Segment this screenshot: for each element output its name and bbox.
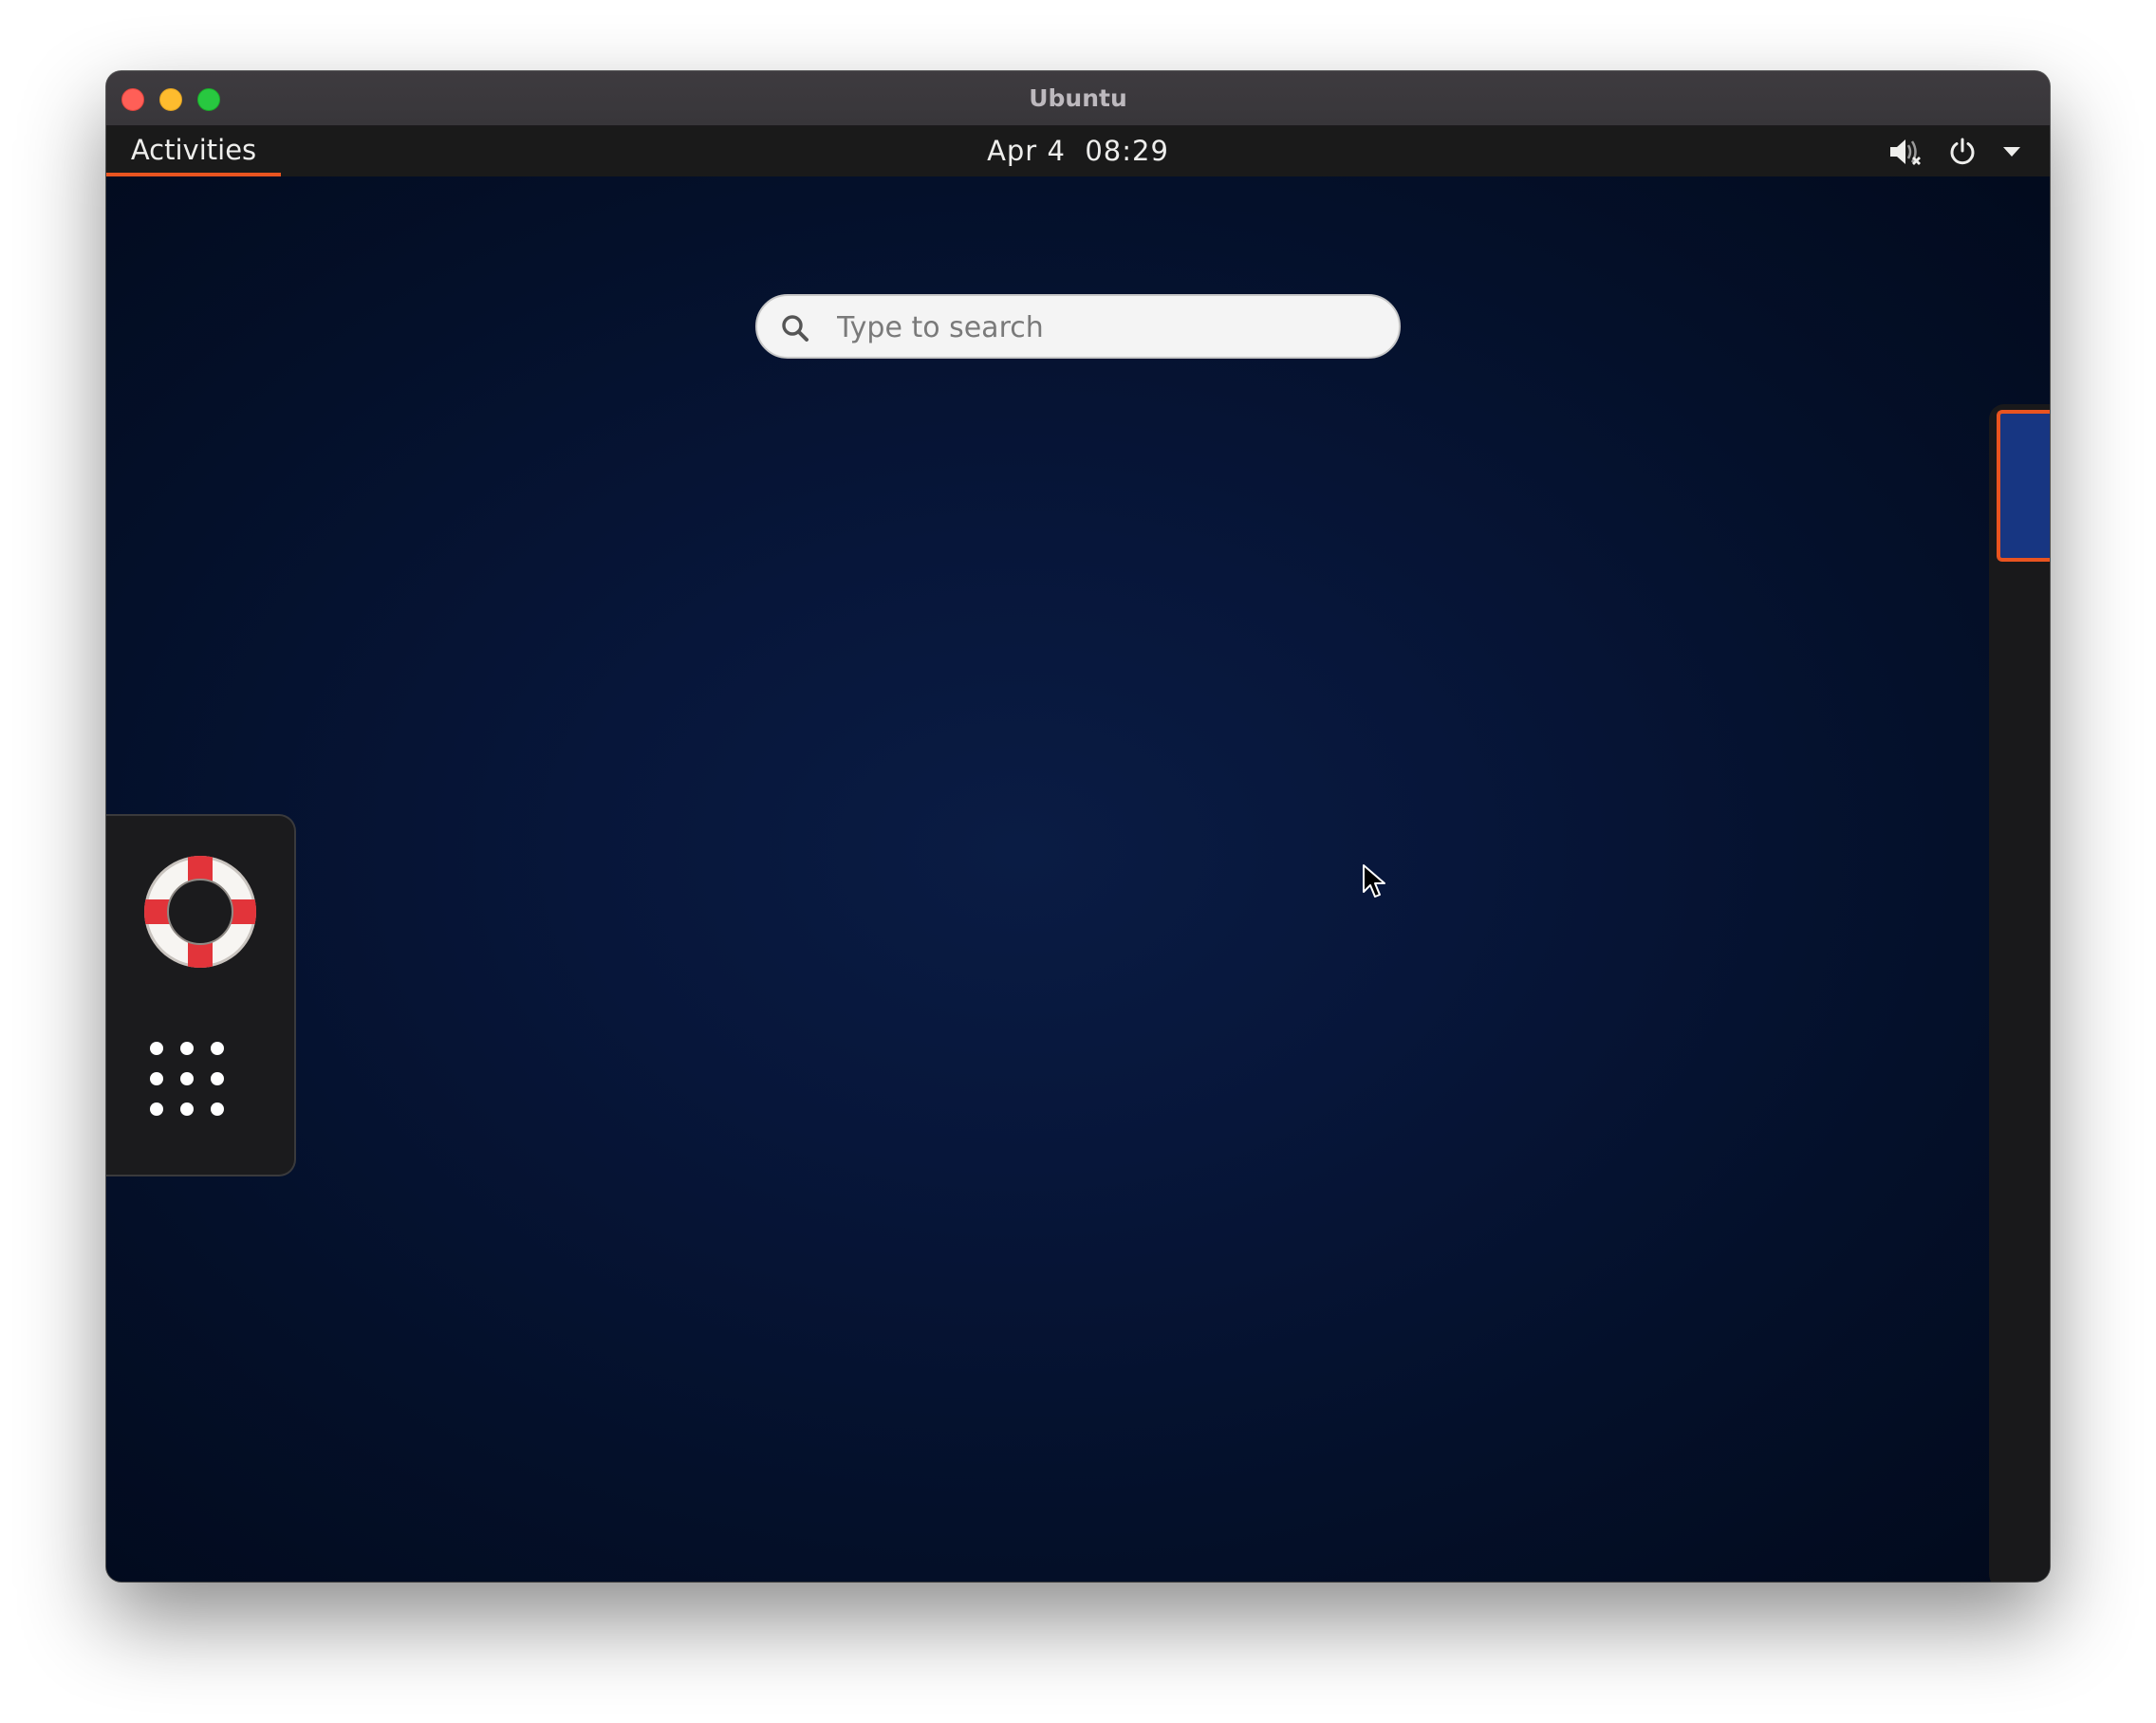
workspace-thumbnail-1[interactable] — [1997, 410, 2050, 562]
title-bar[interactable]: Ubuntu — [106, 71, 2050, 126]
audio-muted-icon[interactable] — [1886, 126, 1924, 176]
app-grid-icon — [150, 1042, 232, 1116]
lifebuoy-icon — [144, 856, 257, 968]
overview-desktop — [106, 176, 2050, 1582]
workspace-switcher — [1989, 404, 2050, 1582]
vm-window: Ubuntu Activities Apr 4 08:29 — [106, 71, 2050, 1582]
dropdown-arrow-icon[interactable] — [2000, 126, 2023, 176]
system-tray[interactable] — [1886, 126, 2023, 176]
dash — [106, 814, 296, 1176]
top-panel: Activities Apr 4 08:29 — [106, 126, 2050, 176]
show-applications-button[interactable] — [150, 1042, 232, 1123]
activities-button[interactable]: Activities — [106, 126, 281, 176]
clock-button[interactable]: Apr 4 08:29 — [987, 135, 1169, 167]
clock-container: Apr 4 08:29 — [106, 126, 2050, 176]
search-icon — [780, 313, 810, 343]
window-title: Ubuntu — [1029, 84, 1127, 112]
mouse-cursor-icon — [1363, 864, 1385, 898]
power-icon[interactable] — [1943, 126, 1981, 176]
dash-item-help[interactable] — [142, 854, 258, 970]
search-input[interactable] — [835, 296, 1370, 359]
search-box[interactable] — [755, 294, 1401, 359]
screen: Ubuntu Activities Apr 4 08:29 — [0, 0, 2156, 1723]
